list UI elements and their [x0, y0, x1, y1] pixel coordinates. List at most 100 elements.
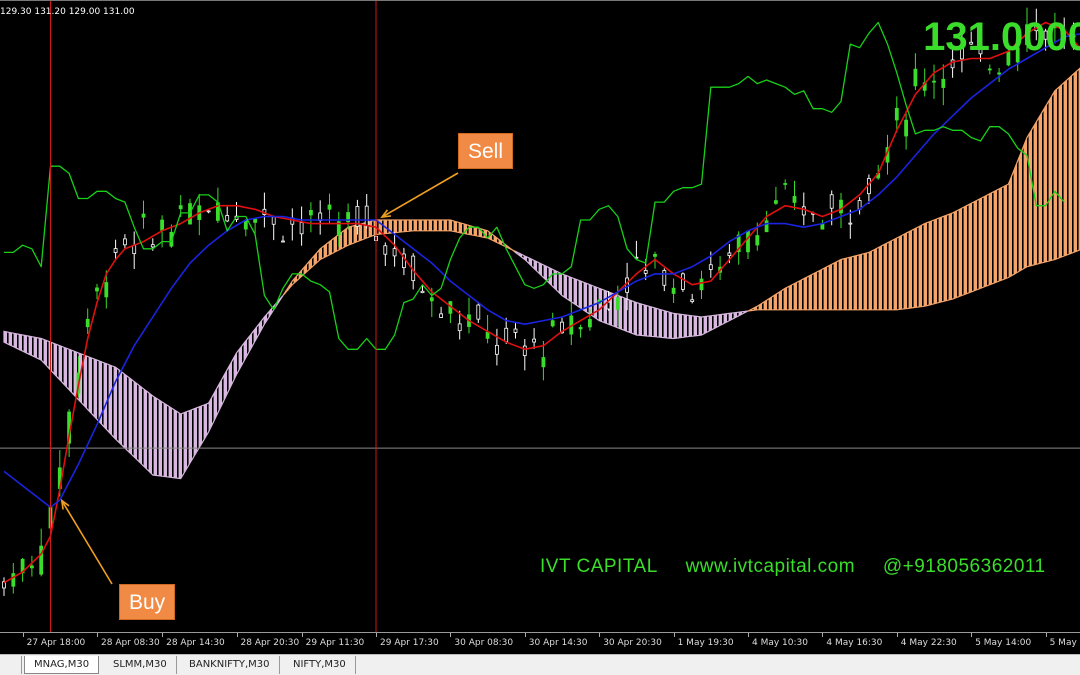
time-axis-label: 28 Apr 20:30	[240, 638, 300, 648]
candle-body-56	[522, 345, 527, 356]
candle-body-46	[429, 297, 434, 302]
candle-body-71	[662, 270, 667, 286]
candle-body-74	[690, 299, 695, 302]
cloud-bullish-segment-3	[747, 67, 1080, 312]
candle-body-22	[206, 210, 211, 213]
time-axis-label: 30 Apr 14:30	[528, 638, 588, 648]
candle-body-82	[764, 220, 769, 233]
chart-tab-mnag[interactable]: MNAG,M30	[24, 656, 100, 674]
price-chart-area[interactable]: 129.30 131.20 129.00 131.00 131.0000 Sel…	[0, 0, 1080, 632]
time-axis-tick	[236, 633, 238, 637]
time-axis-label: 27 Apr 18:00	[26, 638, 86, 648]
candle-body-57	[532, 338, 536, 343]
time-axis-tick	[822, 633, 824, 637]
time-axis-label: 1 May 19:30	[677, 638, 734, 648]
candle-body-91	[848, 222, 853, 225]
candle-body-59	[550, 320, 555, 327]
candle-body-96	[894, 107, 899, 121]
candle-body-39	[364, 205, 369, 226]
candle-body-73	[681, 273, 685, 290]
candle-body-84	[783, 183, 788, 185]
time-axis-label: 29 Apr 11:30	[305, 638, 365, 648]
candle-body-81	[755, 235, 760, 246]
watermark: IVT CAPITAL www.ivtcapital.com @+9180563…	[540, 556, 1068, 578]
cloud-bearish-segment-0	[3, 295, 284, 480]
candle-body-49	[457, 323, 462, 332]
candle-body-20	[188, 203, 192, 225]
candle-body-72	[671, 287, 676, 294]
time-axis-tick	[524, 633, 526, 637]
candle-body-35	[327, 204, 332, 210]
time-axis-tick	[162, 633, 164, 637]
candle-body-76	[708, 264, 713, 270]
chart-tab-strip: MNAG,M30 SLMM,M30 BANKNIFTY,M30 NIFTY,M3…	[0, 654, 1080, 675]
chart-tab-banknifty[interactable]: BANKNIFTY,M30	[180, 656, 280, 674]
candle-body-97	[904, 119, 908, 137]
candle-body-70	[653, 253, 657, 257]
buy-signal-label: Buy	[119, 584, 176, 620]
time-axis-label: 5 May 20:	[1049, 638, 1080, 648]
candle-body-30	[281, 240, 285, 243]
time-axis-label: 4 May 10:30	[752, 638, 808, 648]
candle-body-47	[439, 313, 444, 318]
candle-body-12	[113, 248, 118, 253]
candle-body-32	[299, 222, 304, 235]
chart-tab-0[interactable]	[0, 656, 22, 674]
candle-body-80	[746, 230, 750, 253]
candle-body-16	[150, 244, 155, 248]
candle-body-63	[588, 319, 592, 328]
chart-tab-nifty[interactable]: NIFTY,M30	[284, 656, 356, 674]
candle-body-24	[225, 215, 230, 222]
candle-body-33	[308, 210, 313, 216]
candle-body-51	[476, 304, 481, 320]
time-axis-tick	[22, 633, 24, 637]
trading-terminal-window: 129.30 131.20 129.00 131.00 131.0000 Sel…	[0, 0, 1080, 675]
time-axis-tick	[301, 633, 303, 637]
candle-body-15	[141, 213, 146, 218]
time-axis-tick	[450, 633, 452, 637]
candle-body-98	[913, 68, 918, 87]
candle-body-19	[178, 205, 183, 210]
candle-body-58	[541, 357, 546, 368]
time-axis-label: 4 May 22:30	[900, 638, 957, 648]
ohlc-readout: 129.30 131.20 129.00 131.00	[0, 7, 135, 17]
time-axis-tick	[896, 633, 898, 637]
candle-body-26	[243, 220, 248, 230]
candle-body-42	[392, 248, 397, 257]
time-axis-label: 5 May 14:00	[975, 638, 1032, 648]
time-axis-tick	[376, 633, 377, 637]
candle-body-11	[104, 282, 109, 298]
time-axis-label: 4 May 16:30	[826, 638, 883, 648]
candle-body-90	[839, 199, 843, 214]
time-axis-tick	[599, 633, 601, 637]
candle-body-88	[820, 223, 825, 230]
time-axis-tick	[97, 633, 98, 637]
candle-body-52	[485, 331, 490, 339]
time-axis-tick	[971, 633, 973, 637]
candle-body-14	[132, 244, 137, 254]
sell-signal-label: Sell	[458, 133, 514, 169]
chart-tab-slmm[interactable]: SLMM,M30	[104, 656, 177, 674]
watermark-website: www.ivtcapital.com	[685, 556, 856, 577]
candle-body-86	[801, 206, 806, 216]
candle-body-101	[941, 78, 946, 88]
candle-body-3	[29, 565, 34, 569]
candle-body-17	[160, 219, 165, 231]
cloud-bearish-segment-2	[514, 250, 749, 340]
watermark-company: IVT CAPITAL	[540, 556, 658, 577]
buy-signal-arrow-shaft	[61, 500, 113, 585]
sell-signal-arrow-shaft	[381, 172, 459, 218]
time-axis-tick	[673, 633, 675, 637]
price-chart-svg	[0, 1, 1080, 632]
candle-body-27	[253, 218, 258, 223]
candle-body-62	[578, 327, 583, 330]
candle-body-1	[11, 573, 16, 587]
candle-body-83	[774, 200, 778, 204]
time-axis-label: 29 Apr 17:30	[380, 638, 439, 648]
candle-body-55	[513, 328, 518, 333]
time-axis-tick	[748, 633, 749, 637]
current-price-label: 131.0000	[923, 15, 1080, 59]
candle-body-53	[494, 344, 499, 355]
candle-body-100	[932, 80, 936, 83]
time-axis-tick	[1045, 633, 1047, 637]
